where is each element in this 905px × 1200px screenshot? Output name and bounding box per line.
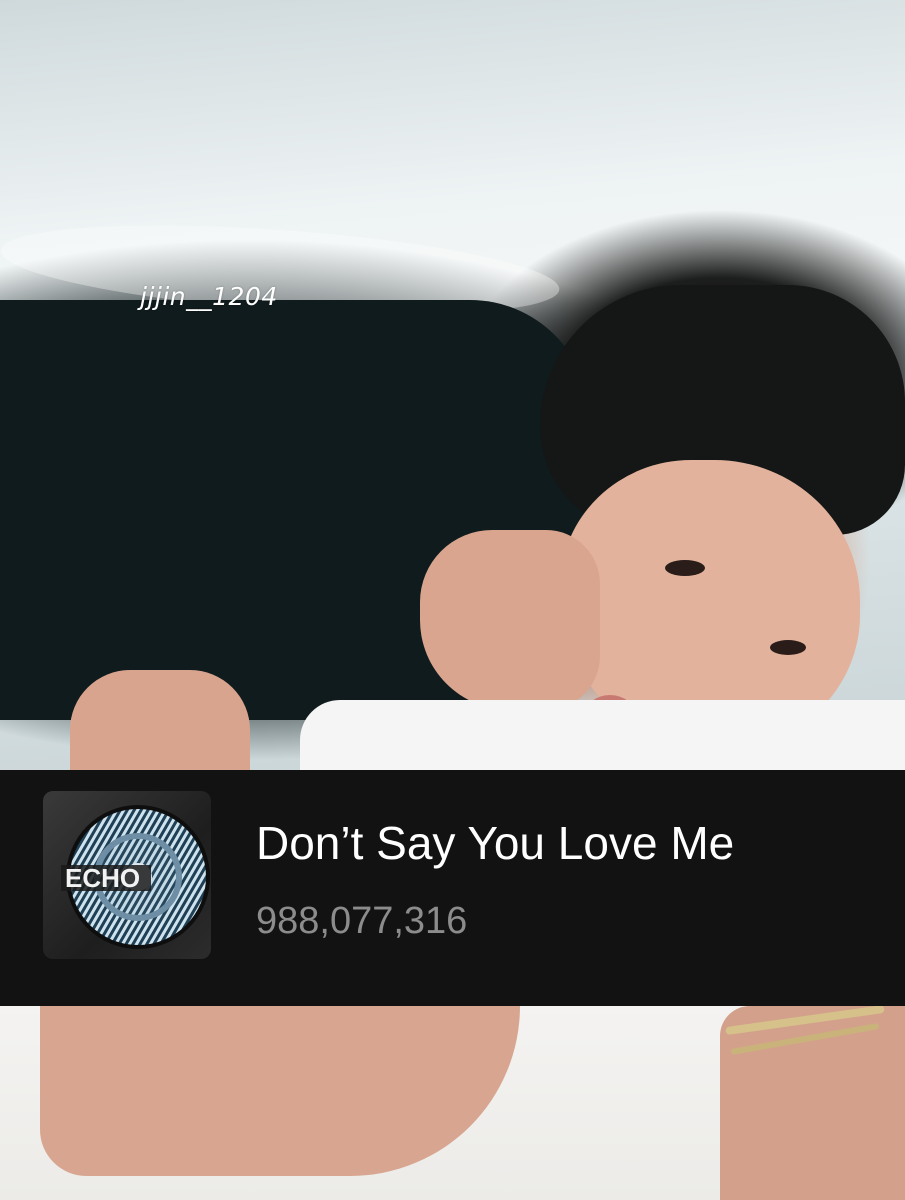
- track-card[interactable]: ECHO Don’t Say You Love Me 988,077,316: [0, 770, 905, 1006]
- arm-shape: [70, 670, 250, 770]
- eye-right-shape: [770, 640, 806, 655]
- photo-background-bottom: [0, 1006, 905, 1200]
- eye-left-shape: [665, 560, 705, 576]
- neck-shape: [420, 530, 600, 710]
- album-cover-art: ECHO: [61, 805, 210, 949]
- torso-shape: [40, 1006, 520, 1176]
- pillow-shape: [300, 700, 905, 770]
- play-count: 988,077,316: [256, 900, 468, 942]
- album-cover-icon[interactable]: ECHO: [43, 791, 211, 959]
- watermark-text: jjjin__1204: [140, 282, 278, 311]
- track-title[interactable]: Don’t Say You Love Me: [256, 816, 734, 870]
- cover-text: ECHO: [65, 863, 140, 893]
- photo-background-top: [0, 0, 905, 770]
